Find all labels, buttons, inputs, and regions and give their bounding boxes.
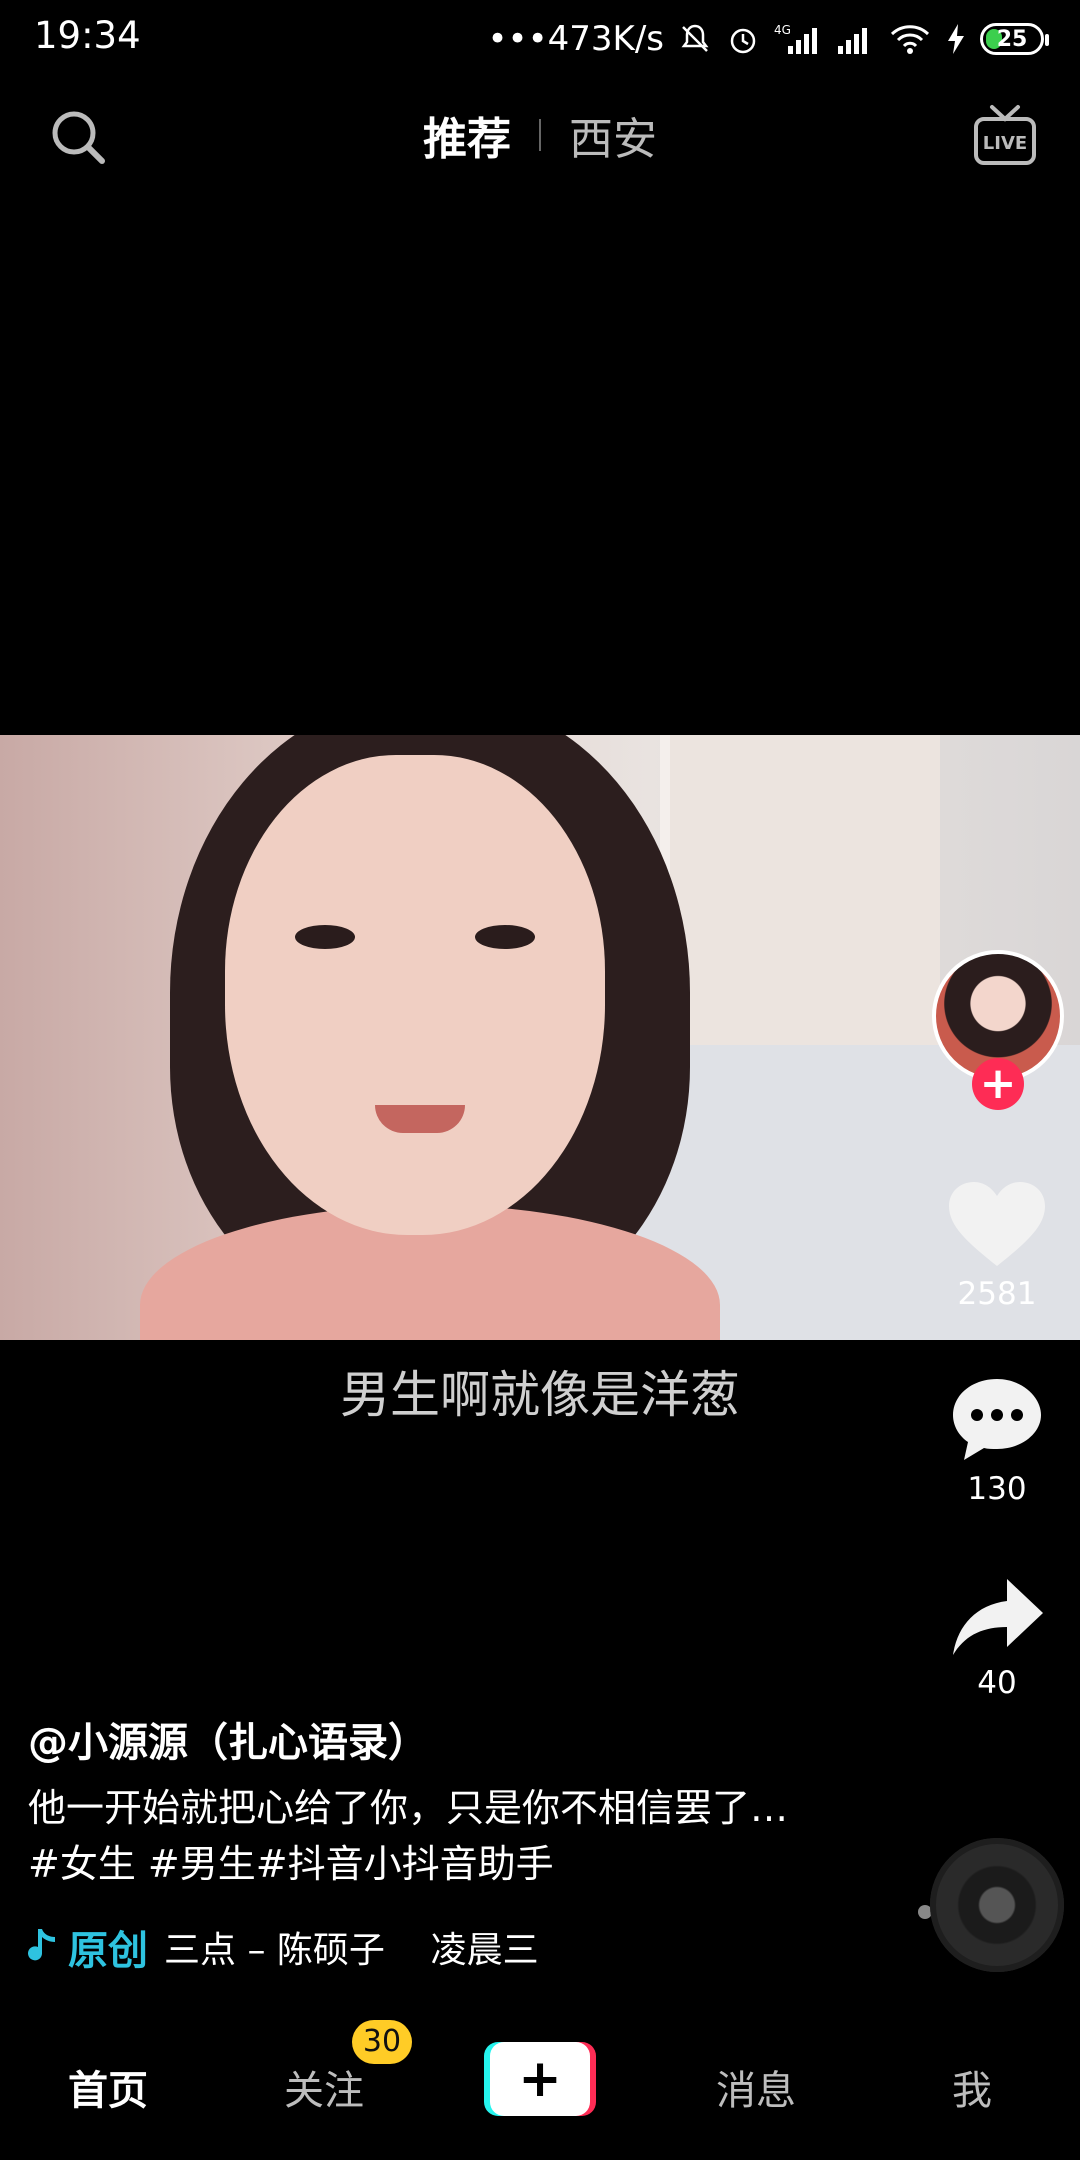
video-background-panel [660,735,940,1075]
author-avatar-group[interactable]: + [932,950,1064,1110]
status-time: 19:34 [34,14,141,57]
charging-icon [946,22,966,56]
battery-level: 25 [996,26,1028,52]
comment-count: 130 [967,1471,1027,1507]
like-count: 2581 [957,1276,1037,1312]
like-button[interactable]: 2581 [930,1180,1064,1312]
share-arrow-icon [953,1579,1043,1655]
signal-icon [834,22,874,56]
tab-messages[interactable]: 消息 [676,2058,836,2116]
follow-button[interactable]: + [972,1058,1024,1110]
share-count: 40 [977,1665,1017,1701]
status-bar: 19:34 •••473K/s 4G 25 [0,0,1080,78]
tab-me[interactable]: 我 [892,2058,1052,2116]
author-name[interactable]: @小源源（扎心语录） [28,1710,428,1768]
battery-indicator: 25 [980,23,1049,55]
status-icons: •••473K/s 4G 25 [487,14,1049,64]
wifi-icon [888,22,932,56]
alarm-icon [726,22,760,56]
mute-bell-icon [678,22,712,56]
post-description[interactable]: 他一开始就把心给了你，只是你不相信罢了…#女生 #男生#抖音小抖音助手 [28,1780,788,1892]
comment-icon [953,1379,1041,1460]
live-label: LIVE [983,133,1027,154]
network-speed: •••473K/s [487,19,664,59]
video-person-eye [475,925,535,949]
network-label: 4G [774,23,791,37]
music-original-label: 原创 [68,1928,148,1974]
heart-icon [949,1182,1045,1266]
video-person-mouth [375,1105,465,1133]
signal-4g-icon: 4G [774,22,820,56]
create-button[interactable]: + [484,2042,596,2116]
tab-local[interactable]: 西安 [569,103,657,167]
following-badge: 30 [352,2020,412,2064]
comment-button[interactable]: 130 [930,1375,1064,1507]
bottom-tab-bar: 首页 关注 30 + 消息 我 [0,2020,1080,2160]
plus-icon: + [490,2042,590,2116]
feed-tabs: 推荐 西安 [0,95,1080,175]
video-player[interactable] [0,735,1080,1340]
tab-home[interactable]: 首页 [28,2058,188,2116]
share-button[interactable]: 40 [930,1575,1064,1701]
tab-divider [539,119,541,151]
music-note-icon [28,1929,55,1961]
music-info[interactable]: 原创 三点 – 陈硕子 凌晨三 [28,1918,539,1976]
tab-following[interactable]: 关注 [244,2058,404,2116]
music-title: 三点 – 陈硕子 凌晨三 [164,1930,539,1971]
top-nav: 推荐 西安 LIVE [0,95,1080,185]
video-person-face [225,755,605,1235]
live-icon[interactable]: LIVE [972,103,1038,169]
tab-recommend[interactable]: 推荐 [423,103,511,167]
video-person-eye [295,925,355,949]
video-subtitle: 男生啊就像是洋葱 [340,1366,740,1424]
music-disc[interactable] [930,1838,1064,1972]
